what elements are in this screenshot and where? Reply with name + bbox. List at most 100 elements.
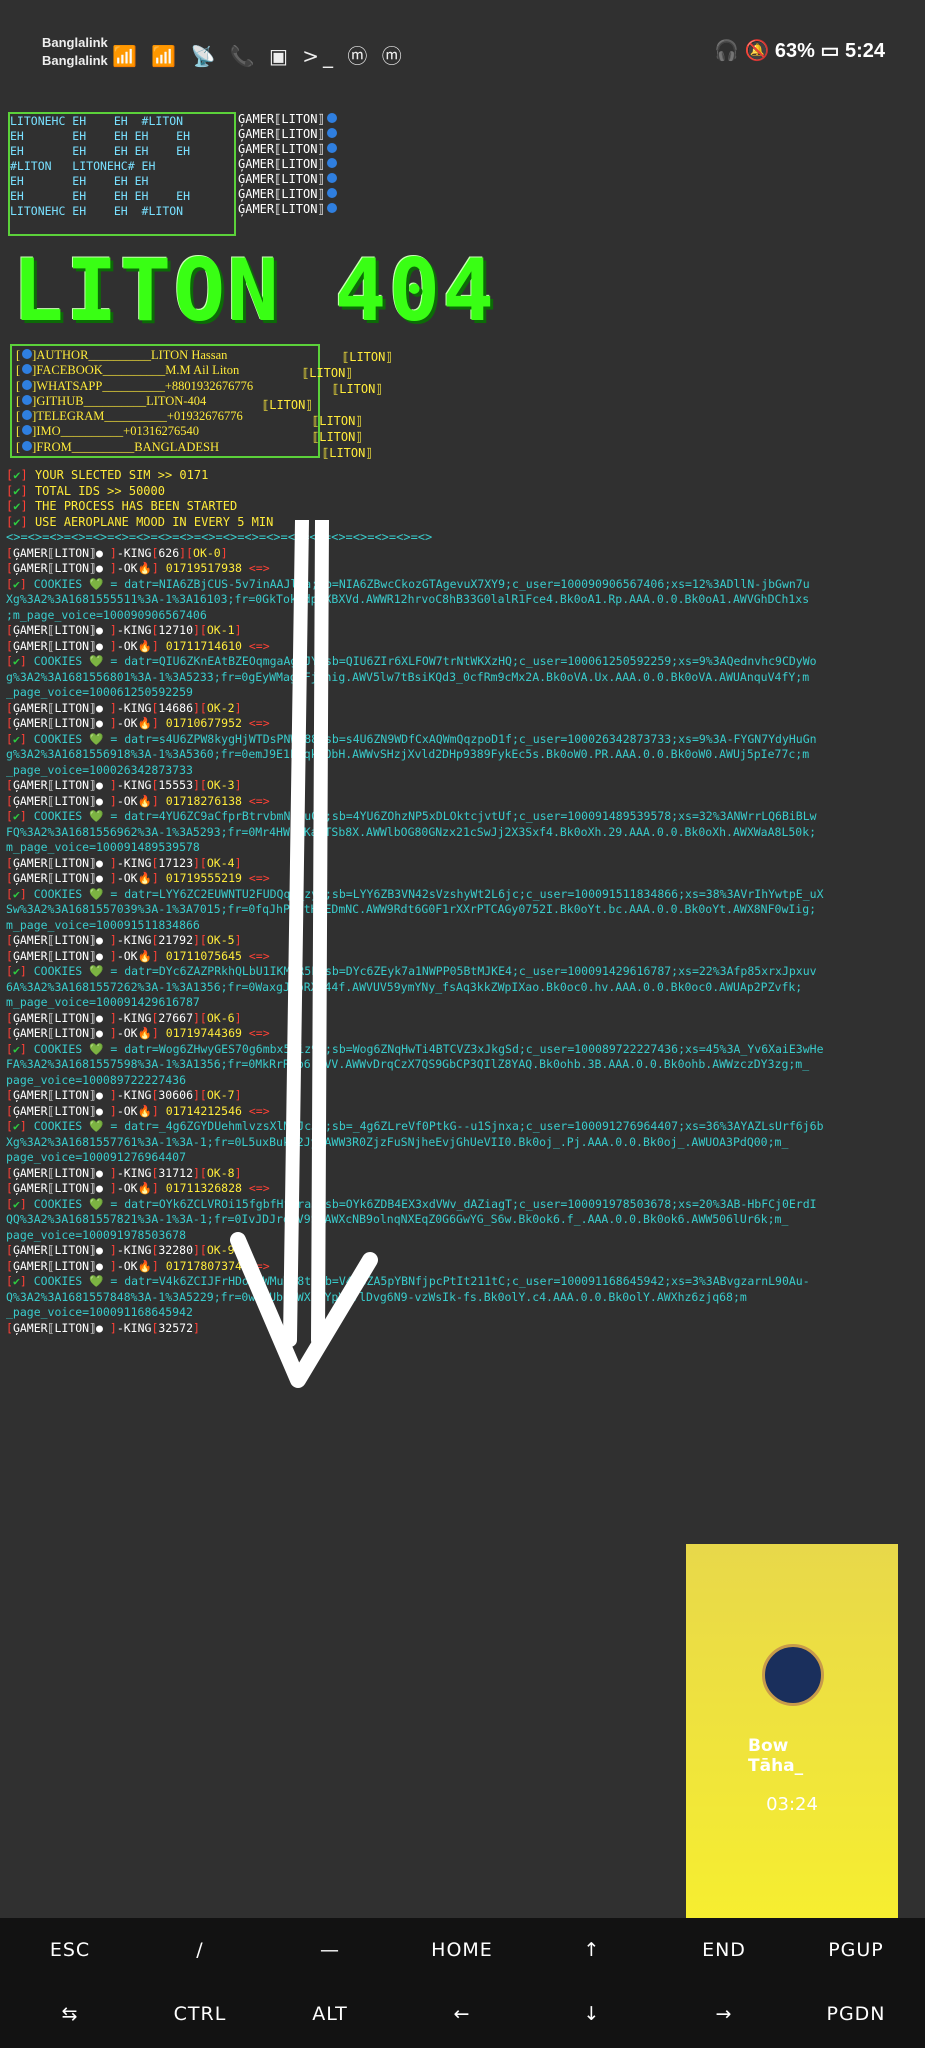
gamer-tag: ĢAMER⟦LITON⟧ bbox=[238, 172, 337, 187]
video-call-pip[interactable]: Bow Tāha_ 03:24 bbox=[686, 1544, 898, 1920]
blue-dot-icon bbox=[326, 173, 337, 183]
info-label: AUTHOR bbox=[36, 348, 89, 362]
blue-dot-icon bbox=[326, 128, 337, 138]
info-row: []FACEBOOK__________M.M Ail Liton bbox=[16, 363, 240, 378]
log-king-line: [ĢAMER⟦LITON⟧● ]-KING[12710][OK-1] bbox=[6, 623, 242, 637]
log-cookie-line: [✔] COOKIES 💚 = datr=OYk6ZCLVROi15fgbfHf… bbox=[6, 1196, 817, 1211]
info-value: M.M Ail Liton bbox=[165, 363, 240, 378]
key-right[interactable]: → bbox=[658, 1982, 790, 2046]
key-esc[interactable]: ESC bbox=[4, 1918, 136, 1982]
caller-name-line2: Tāha_ bbox=[748, 1756, 804, 1776]
blue-dot-icon bbox=[326, 143, 337, 153]
log-voice-line: _page_voice=100061250592259 bbox=[6, 685, 193, 699]
log-king-line: [ĢAMER⟦LITON⟧● ]-KING[15553][OK-3] bbox=[6, 778, 242, 792]
blue-dot-icon bbox=[22, 394, 33, 405]
key-up[interactable]: ↑ bbox=[526, 1918, 658, 1982]
log-ok-line: [ĢAMER⟦LITON⟧● ]-OK🔥] 01718276138 <=> bbox=[6, 793, 270, 808]
blue-dot-icon bbox=[326, 203, 337, 213]
key-left[interactable]: ← bbox=[396, 1982, 528, 2046]
banner-row: LITONEHC EH EH #LITON bbox=[10, 204, 184, 218]
key-down[interactable]: ↓ bbox=[526, 1982, 658, 2046]
log-king-line: [ĢAMER⟦LITON⟧● ]-KING[21792][OK-5] bbox=[6, 933, 242, 947]
key-end[interactable]: END bbox=[658, 1918, 790, 1982]
log-cookie-line: [✔] COOKIES 💚 = datr=s4U6ZPW8kygHjWTDsPN… bbox=[6, 731, 817, 746]
info-value: LITON-404 bbox=[146, 393, 207, 408]
caller-name: Bow Tāha_ bbox=[748, 1736, 803, 1776]
liton-tag: ⟦LITON⟧ bbox=[302, 366, 353, 380]
gamer-tag: ĢAMER⟦LITON⟧ bbox=[238, 127, 337, 142]
liton-tag: ⟦LITON⟧ bbox=[312, 430, 363, 444]
key-tab[interactable]: ⇆ bbox=[4, 1982, 136, 2046]
blue-dot-icon bbox=[326, 113, 337, 123]
key-home[interactable]: HOME bbox=[396, 1918, 528, 1982]
key-slash[interactable]: / bbox=[134, 1918, 266, 1982]
log-cookie-line: [✔] COOKIES 💚 = datr=_4g6ZGYDUehmlvzsXlM… bbox=[6, 1119, 824, 1133]
blue-dot-icon bbox=[22, 364, 33, 375]
battery-icon: ▭ bbox=[820, 40, 845, 62]
log-ok-line: [ĢAMER⟦LITON⟧● ]-OK🔥] 01710677952 <=> bbox=[6, 716, 270, 730]
status-bar: Banglalink Banglalink 📶 📶 📡 📞 ▣ >_ ⓜ ⓜ 🎧… bbox=[0, 0, 925, 110]
info-label: GITHUB bbox=[36, 393, 84, 408]
blue-dot-icon bbox=[22, 349, 33, 359]
liton-tag: ⟦LITON⟧ bbox=[342, 350, 393, 364]
crack-log: [ĢAMER⟦LITON⟧● ]-KING[626][OK-0] [ĢAMER⟦L… bbox=[6, 546, 921, 1337]
log-voice-line: page_voice=100089722227436 bbox=[6, 1072, 187, 1087]
blue-dot-icon bbox=[22, 410, 33, 421]
liton-tag: ⟦LITON⟧ bbox=[332, 382, 383, 396]
log-voice-line: ;m_page_voice=100090906567406 bbox=[6, 607, 207, 622]
battery-percent: 63% bbox=[774, 40, 815, 62]
info-label: FROM bbox=[36, 439, 72, 454]
log-ok-line: [ĢAMER⟦LITON⟧● ]-OK🔥] 01711075645 <=> bbox=[6, 948, 270, 963]
log-king-line: [ĢAMER⟦LITON⟧● ]-KING[27667][OK-6] bbox=[6, 1010, 242, 1025]
info-value: LITON Hassan bbox=[150, 348, 228, 362]
log-ok-line: [ĢAMER⟦LITON⟧● ]-OK🔥] 01719744369 <=> bbox=[6, 1026, 270, 1040]
log-cookie-cont: QQ%3A2%3A1681557821%3A-1%3A-1;fr=0IvJDJr… bbox=[6, 1212, 789, 1226]
big-title: LITON 404 bbox=[12, 241, 496, 341]
key-alt[interactable]: ALT bbox=[264, 1982, 396, 2046]
log-cookie-line: [✔] COOKIES 💚 = datr=4YU6ZC9aCfprBtrvbmN… bbox=[6, 809, 817, 823]
log-cookie-line: [✔] COOKIES 💚 = datr=Wog6ZHwyGES70g6mbx5… bbox=[6, 1041, 824, 1056]
status-right: 🎧 🔕 63% ▭ 5:24 bbox=[714, 38, 885, 63]
key-pgdn[interactable]: PGDN bbox=[790, 1982, 922, 2046]
log-cookie-cont: Sw%3A2%3A1681557039%3A-1%3A7015;fr=0fqJh… bbox=[6, 902, 817, 916]
extra-keys-row: ⇆ CTRL ALT ← ↓ → PGDN bbox=[0, 1982, 925, 2046]
extra-keys-row: ESC / — HOME ↑ END PGUP bbox=[0, 1918, 925, 1982]
gamer-tag: ĢAMER⟦LITON⟧ bbox=[238, 157, 337, 172]
log-king-line: [ĢAMER⟦LITON⟧● ]-KING[17123][OK-4] bbox=[6, 855, 242, 870]
terminal-output[interactable]: LITONEHC EH EH #LITON EH EH EH EH EH EH … bbox=[6, 112, 921, 1336]
log-ok-line: [ĢAMER⟦LITON⟧● ]-OK🔥] 01719517938 <=> bbox=[6, 561, 270, 575]
log-voice-line: _page_voice=100026342873733 bbox=[6, 762, 193, 777]
log-king-line: [ĢAMER⟦LITON⟧● ]-KING[30606][OK-7] bbox=[6, 1088, 242, 1102]
log-cookie-line: [✔] COOKIES 💚 = datr=DYc6ZAZPRkhQLbU1IKM… bbox=[6, 964, 817, 978]
clock: 5:24 bbox=[844, 40, 885, 62]
log-voice-line: page_voice=100091276964407 bbox=[6, 1150, 187, 1164]
info-row: []AUTHOR__________LITON Hassan bbox=[16, 348, 228, 362]
info-row: []IMO__________+01316276540 bbox=[16, 424, 199, 439]
carrier-1: Banglalink bbox=[42, 35, 108, 50]
info-row: []FROM__________BANGLADESH bbox=[16, 439, 220, 454]
key-pgup[interactable]: PGUP bbox=[790, 1918, 922, 1982]
log-voice-line: m_page_voice=100091489539578 bbox=[6, 840, 200, 854]
blue-dot-icon bbox=[326, 188, 337, 198]
gamer-tag: ĢAMER⟦LITON⟧ bbox=[238, 142, 337, 157]
separator-line: <>=<>=<>=<>=<>=<>=<>=<>=<>=<>=<>=<>=<>=<… bbox=[6, 530, 433, 544]
log-voice-line: m_page_voice=100091511834866 bbox=[6, 917, 200, 932]
log-cookie-cont: g%3A2%3A1681556918%3A-1%3A5360;fr=0emJ9E… bbox=[6, 747, 810, 761]
liton-tag: ⟦LITON⟧ bbox=[312, 414, 363, 428]
key-ctrl[interactable]: CTRL bbox=[134, 1982, 266, 2046]
info-label: FACEBOOK bbox=[36, 363, 103, 378]
status-lines: [✔] YOUR SLECTED SIM >> 0171 [✔] TOTAL I… bbox=[6, 468, 921, 546]
log-cookie-cont: g%3A2%3A1681556801%3A-1%3A5233;fr=0gEyWM… bbox=[6, 669, 810, 684]
info-value: +8801932676776 bbox=[164, 378, 254, 393]
ascii-banner: LITONEHC EH EH #LITON EH EH EH EH EH EH … bbox=[6, 112, 921, 242]
banner-row: EH EH EH EH EH bbox=[10, 144, 191, 158]
gamer-tag: ĢAMER⟦LITON⟧ bbox=[238, 112, 337, 127]
log-ok-line: [ĢAMER⟦LITON⟧● ]-OK🔥] 01711714610 <=> bbox=[6, 638, 270, 653]
info-value: +01316276540 bbox=[123, 424, 199, 439]
log-ok-line: [ĢAMER⟦LITON⟧● ]-OK🔥] 01714212546 <=> bbox=[6, 1103, 270, 1118]
key-dash[interactable]: — bbox=[264, 1918, 396, 1982]
log-cookie-cont: Xg%3A2%3A1681555511%3A-1%3A16103;fr=0GkT… bbox=[6, 592, 810, 606]
log-cookie-cont: FA%3A2%3A1681557598%3A-1%3A1356;fr=0MkRr… bbox=[6, 1057, 810, 1071]
log-voice-line: page_voice=100091978503678 bbox=[6, 1227, 187, 1242]
info-value: +01932676776 bbox=[166, 409, 243, 424]
